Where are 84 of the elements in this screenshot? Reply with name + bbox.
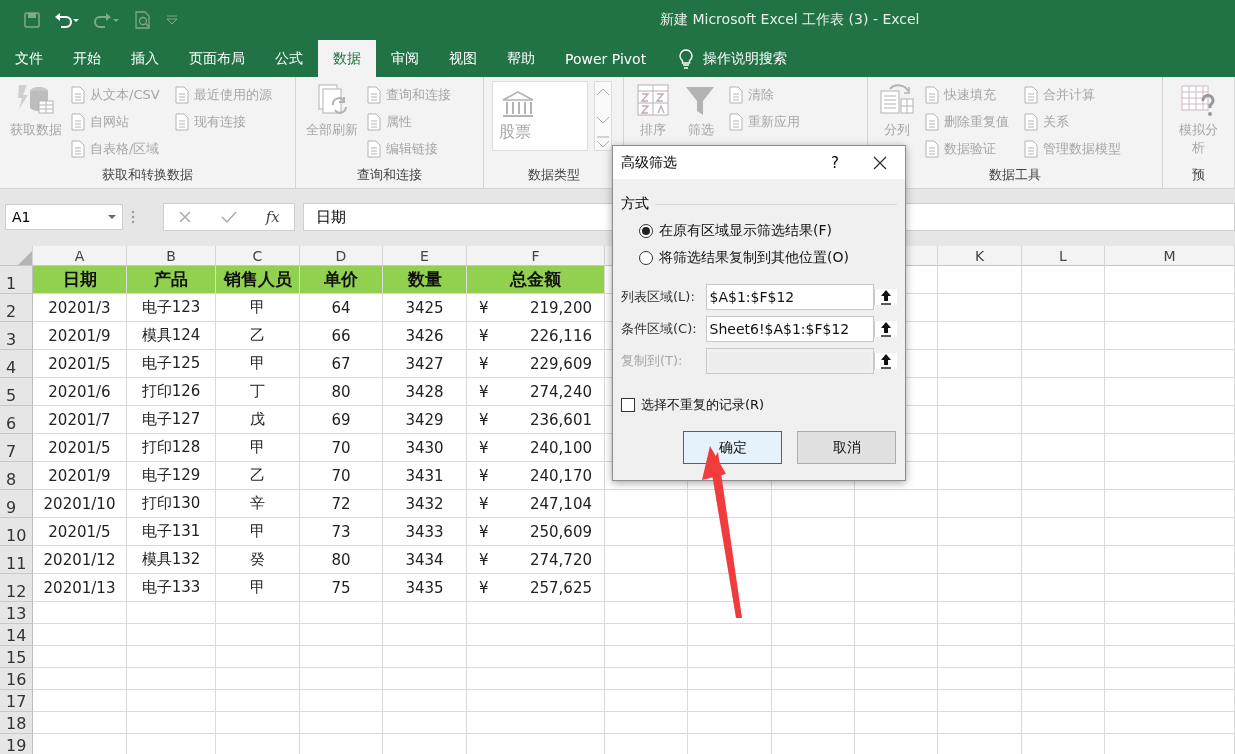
table-cell: 70 <box>300 434 383 462</box>
table-cell: 20201/10 <box>33 490 127 518</box>
table-cell: 70 <box>300 462 383 490</box>
table-cell: 3433 <box>383 518 467 546</box>
table-cell: 乙 <box>216 322 300 350</box>
field-label: 列表区域(L): <box>621 288 696 306</box>
table-cell: ¥ 274,240 <box>467 378 605 406</box>
table-cell: 3425 <box>383 294 467 322</box>
table-cell: 电子123 <box>127 294 216 322</box>
table-cell: 癸 <box>216 546 300 574</box>
table-cell: 打印128 <box>127 434 216 462</box>
header-cell: 销售人员 <box>216 266 300 294</box>
table-cell: 20201/5 <box>33 350 127 378</box>
dialog-title: 高级筛选 <box>621 153 678 172</box>
table-cell: 3435 <box>383 574 467 602</box>
table-cell: 电子125 <box>127 350 216 378</box>
table-cell: 67 <box>300 350 383 378</box>
table-cell: 3429 <box>383 406 467 434</box>
table-cell: 64 <box>300 294 383 322</box>
header-cell: 产品 <box>127 266 216 294</box>
table-cell: ¥ 236,601 <box>467 406 605 434</box>
table-cell: 甲 <box>216 434 300 462</box>
table-cell: ¥ 247,104 <box>467 490 605 518</box>
table-cell: 20201/13 <box>33 574 127 602</box>
header-cell: 日期 <box>33 266 127 294</box>
table-cell: 20201/12 <box>33 546 127 574</box>
table-cell: 电子127 <box>127 406 216 434</box>
group-label: 获取和转换数据 <box>101 166 194 184</box>
table-cell: ¥ 250,609 <box>467 518 605 546</box>
table-cell: ¥ 229,609 <box>467 350 605 378</box>
group-label: 预 <box>1190 166 1206 184</box>
table-cell: 20201/6 <box>33 378 127 406</box>
group-label: 数据类型 <box>526 166 581 184</box>
table-cell: 20201/7 <box>33 406 127 434</box>
table-cell: 72 <box>300 490 383 518</box>
header-cell: 数量 <box>383 266 467 294</box>
table-cell: 3427 <box>383 350 467 378</box>
table-cell: ¥ 274,720 <box>467 546 605 574</box>
table-cell: 69 <box>300 406 383 434</box>
table-cell: 20201/9 <box>33 322 127 350</box>
gallery-item-label: 股票 <box>499 122 532 143</box>
table-cell: 打印126 <box>127 378 216 406</box>
table-cell: ¥ 240,100 <box>467 434 605 462</box>
table-cell: 甲 <box>216 518 300 546</box>
table-cell: 20201/3 <box>33 294 127 322</box>
table-cell: 模具124 <box>127 322 216 350</box>
table-cell: 80 <box>300 546 383 574</box>
table-cell: 打印130 <box>127 490 216 518</box>
table-cell: 3426 <box>383 322 467 350</box>
table-cell: 3431 <box>383 462 467 490</box>
table-cell: 3434 <box>383 546 467 574</box>
field-label: 复制到(T): <box>621 352 684 370</box>
header-cell: 总金额 <box>467 266 605 294</box>
table-cell: ¥ 257,625 <box>467 574 605 602</box>
table-cell: ¥ 219,200 <box>467 294 605 322</box>
table-cell: 3428 <box>383 378 467 406</box>
table-cell: 甲 <box>216 574 300 602</box>
table-cell: 电子133 <box>127 574 216 602</box>
table-cell: 辛 <box>216 490 300 518</box>
header-cell: 单价 <box>300 266 383 294</box>
table-cell: 66 <box>300 322 383 350</box>
field-label: 条件区域(C): <box>621 320 698 338</box>
table-cell: 甲 <box>216 350 300 378</box>
table-cell: 乙 <box>216 462 300 490</box>
table-cell: 丁 <box>216 378 300 406</box>
table-cell: 电子131 <box>127 518 216 546</box>
window-title: 新建 Microsoft Excel 工作表 (3) - Excel <box>659 11 920 29</box>
table-cell: ¥ 226,116 <box>467 322 605 350</box>
group-label: 数据工具 <box>987 166 1042 184</box>
table-cell: 20201/9 <box>33 462 127 490</box>
table-cell: 模具132 <box>127 546 216 574</box>
table-cell: 电子129 <box>127 462 216 490</box>
table-cell: 73 <box>300 518 383 546</box>
section-label: 方式 <box>621 195 649 213</box>
table-cell: ¥ 240,170 <box>467 462 605 490</box>
table-cell: 20201/5 <box>33 518 127 546</box>
table-cell: 75 <box>300 574 383 602</box>
table-cell: 20201/5 <box>33 434 127 462</box>
table-cell: 甲 <box>216 294 300 322</box>
group-label: 查询和连接 <box>356 166 424 184</box>
table-cell: 3430 <box>383 434 467 462</box>
table-cell: 戊 <box>216 406 300 434</box>
table-cell: 3432 <box>383 490 467 518</box>
table-cell: 80 <box>300 378 383 406</box>
